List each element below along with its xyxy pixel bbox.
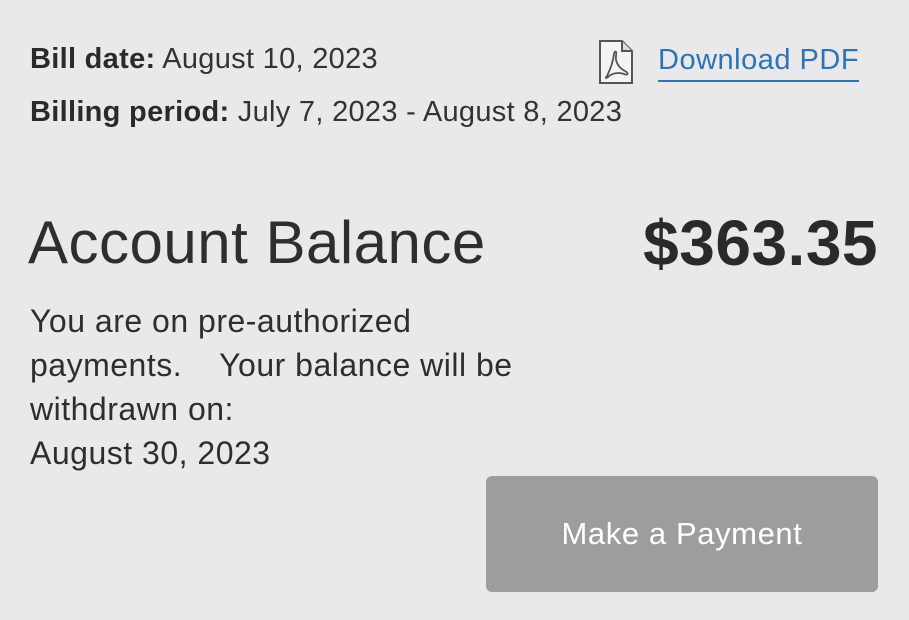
bill-date-label: Bill date:: [30, 43, 156, 75]
download-pdf-label[interactable]: Download PDF: [658, 42, 860, 82]
billing-period: Billing period: July 7, 2023 - August 8,…: [30, 96, 622, 129]
pre-authorized-payment-notice: You are on pre-authorized payments. Your…: [30, 299, 590, 475]
account-balance-amount: $363.35: [643, 207, 878, 279]
billing-period-label: Billing period:: [30, 96, 230, 128]
pre-authorized-payment-text: You are on pre-authorized payments. Your…: [30, 303, 513, 427]
download-pdf-link[interactable]: Download PDF: [598, 40, 860, 84]
account-balance-title: Account Balance: [28, 209, 486, 276]
pdf-file-icon[interactable]: [598, 40, 634, 84]
billing-period-value: July 7, 2023 - August 8, 2023: [237, 96, 623, 128]
bill-summary-panel: Bill date: August 10, 2023 Billing perio…: [0, 0, 909, 620]
withdrawal-date: August 30, 2023: [30, 435, 271, 471]
make-payment-button[interactable]: Make a Payment: [486, 476, 878, 592]
bill-date-value: August 10, 2023: [162, 43, 378, 75]
bill-date: Bill date: August 10, 2023: [30, 43, 378, 76]
